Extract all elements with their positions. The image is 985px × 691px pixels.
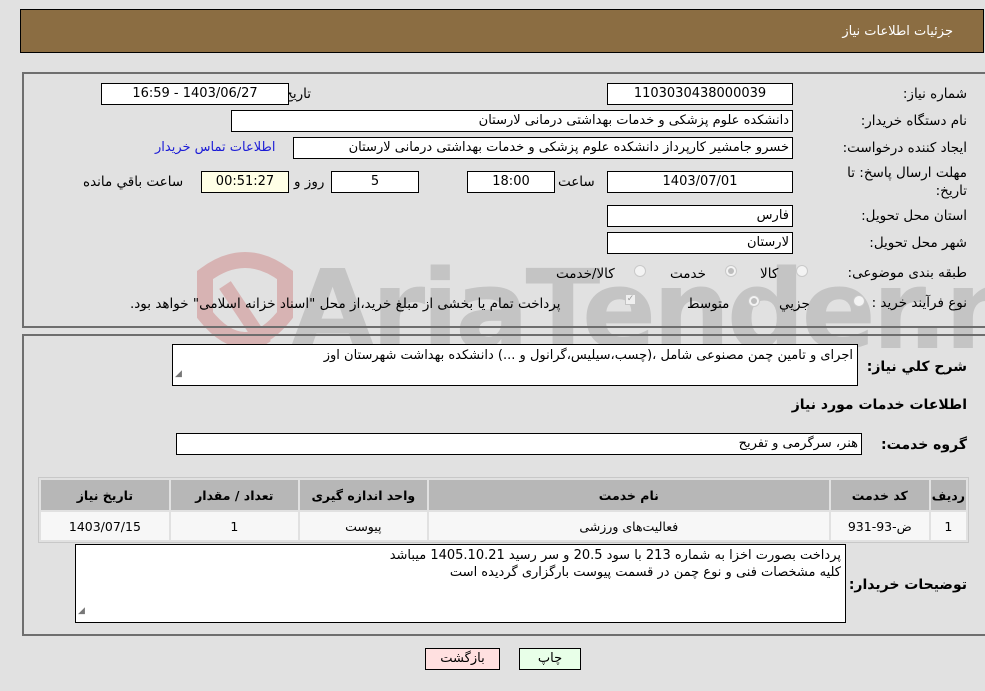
buyer-org-field: دانشکده علوم پزشکی و خدمات بهداشتی درمان…	[231, 110, 793, 132]
col-row-number: رديف	[930, 480, 966, 510]
cell-quantity: 1	[170, 512, 298, 540]
services-heading: اطلاعات خدمات مورد نیاز	[791, 397, 967, 413]
province-field: فارس	[607, 205, 793, 227]
service-group-label: گروه خدمت:	[881, 437, 967, 453]
purchase-type-medium-radio[interactable]	[748, 295, 760, 307]
page-title: جزئیات اطلاعات نیاز	[842, 24, 953, 39]
requester-label: ایجاد کننده درخواست:	[842, 140, 967, 156]
buyer-notes-line-1: پرداخت بصورت اخزا به شماره 213 با سود 20…	[389, 548, 841, 563]
cell-service-code: ض-93-931	[830, 512, 929, 540]
general-desc-label: شرح كلي نياز:	[866, 359, 967, 375]
table-row: 1 ض-93-931 فعالیت‌های ورزشی پیوست 1 1403…	[41, 512, 966, 540]
city-field: لارستان	[607, 232, 793, 254]
page-header: جزئیات اطلاعات نیاز	[20, 9, 984, 53]
col-need-date: تاریخ نیاز	[41, 480, 169, 510]
cell-row-number: 1	[930, 512, 966, 540]
remaining-time-label: ساعت باقي مانده	[83, 174, 184, 190]
announce-datetime-field: 1403/06/27 - 16:59	[101, 83, 289, 105]
deadline-label: مهلت ارسال پاسخ: تا تاریخ:	[847, 165, 967, 199]
category-service-radio[interactable]	[725, 265, 737, 277]
days-label: روز و	[294, 174, 325, 190]
category-goods-radio[interactable]	[796, 265, 808, 277]
col-quantity: تعداد / مقدار	[170, 480, 298, 510]
treasury-checkbox[interactable]: ✓	[625, 294, 636, 305]
purchase-type-minor-label: جزيي	[779, 296, 810, 312]
col-unit: واحد اندازه گیری	[299, 480, 427, 510]
general-desc-text: اجرای و تامین چمن مصنوعی شامل ،(چسب،سیلی…	[323, 348, 853, 363]
province-label: استان محل تحویل:	[861, 208, 967, 224]
col-service-name: نام خدمت	[428, 480, 829, 510]
resize-handle-icon[interactable]: ◢	[175, 366, 182, 383]
need-number-field: 1103030438000039	[607, 83, 793, 105]
remaining-time-field: 00:51:27	[201, 171, 289, 193]
treasury-note: پرداخت تمام یا بخشی از مبلغ خرید،از محل …	[130, 296, 561, 312]
need-number-label: شماره نیاز:	[902, 86, 967, 102]
buyer-notes-line-2: کلیه مشخصات فنی و نوع چمن در قسمت پیوست …	[449, 565, 841, 580]
general-desc-textarea[interactable]: اجرای و تامین چمن مصنوعی شامل ،(چسب،سیلی…	[172, 344, 858, 386]
cell-unit: پیوست	[299, 512, 427, 540]
print-button[interactable]: چاپ	[519, 648, 581, 670]
purchase-type-label: نوع فرآیند خرید :	[871, 295, 967, 311]
col-service-code: کد خدمت	[830, 480, 929, 510]
services-table: رديف کد خدمت نام خدمت واحد اندازه گیری ت…	[38, 477, 969, 543]
buyer-notes-label: توضیحات خریدار:	[848, 577, 967, 593]
back-button[interactable]: بازگشت	[425, 648, 500, 670]
cell-service-name: فعالیت‌های ورزشی	[428, 512, 829, 540]
buyer-org-label: نام دستگاه خریدار:	[860, 113, 967, 129]
buyer-contact-link[interactable]: اطلاعات تماس خریدار	[155, 140, 275, 155]
category-label: طبقه بندی موضوعی:	[847, 265, 967, 281]
cell-need-date: 1403/07/15	[41, 512, 169, 540]
category-goods-service-radio[interactable]	[634, 265, 646, 277]
deadline-time-field: 18:00	[467, 171, 555, 193]
deadline-date-field: 1403/07/01	[607, 171, 793, 193]
requester-field: خسرو جامشیر کارپرداز دانشکده علوم پزشکی …	[293, 137, 793, 159]
category-service-label: خدمت	[670, 266, 706, 282]
remaining-days-field: 5	[331, 171, 419, 193]
table-header-row: رديف کد خدمت نام خدمت واحد اندازه گیری ت…	[41, 480, 966, 510]
purchase-type-minor-radio[interactable]	[853, 295, 865, 307]
category-goods-label: کالا	[760, 266, 779, 282]
buyer-notes-textarea[interactable]: پرداخت بصورت اخزا به شماره 213 با سود 20…	[75, 544, 846, 623]
category-goods-service-label: کالا/خدمت	[556, 266, 615, 282]
purchase-type-medium-label: متوسط	[687, 296, 730, 312]
service-group-field: هنر، سرگرمی و تفریح	[176, 433, 862, 455]
deadline-time-label: ساعت	[558, 174, 595, 190]
city-label: شهر محل تحویل:	[869, 235, 967, 251]
resize-handle-icon[interactable]: ◢	[78, 603, 85, 620]
